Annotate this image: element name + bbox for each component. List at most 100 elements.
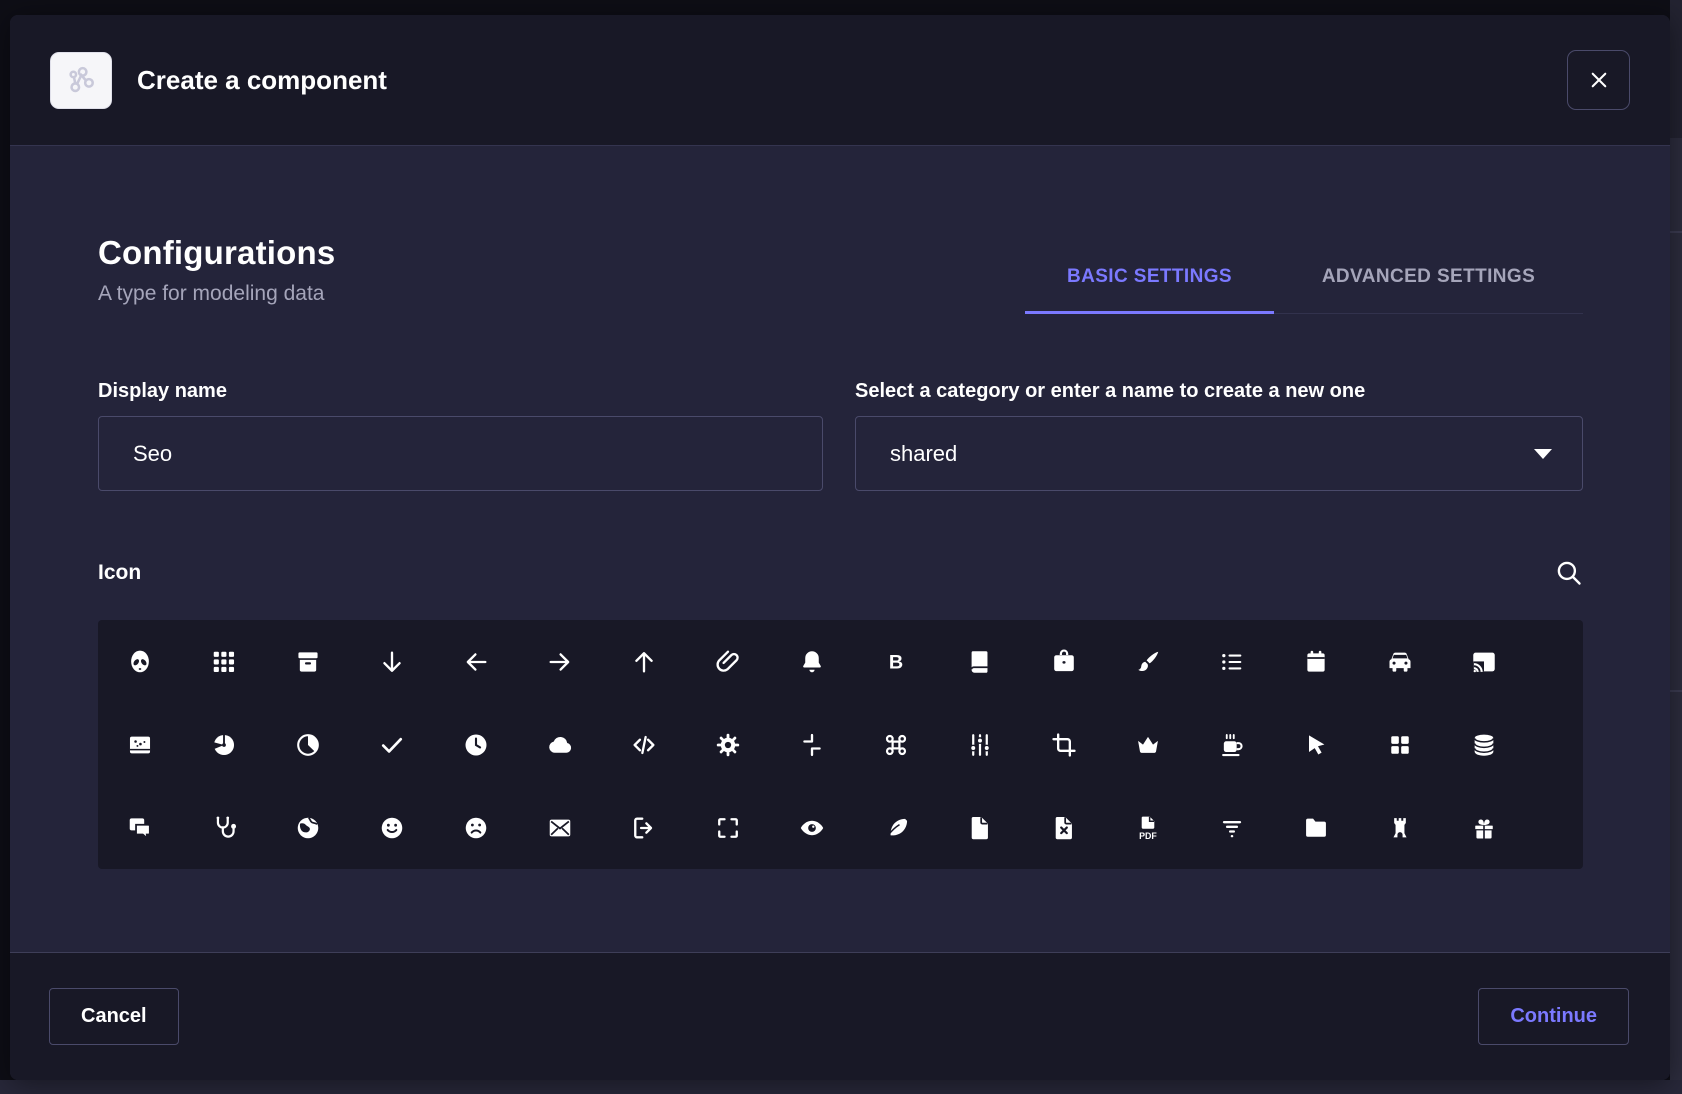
display-name-input[interactable] (98, 416, 823, 491)
calendar-icon (1302, 648, 1330, 676)
icon-option-file[interactable] (938, 786, 1022, 869)
icon-option-bullet-list[interactable] (1190, 620, 1274, 703)
cog-icon (714, 731, 742, 759)
display-name-label: Display name (98, 380, 823, 403)
file-error-icon (1050, 814, 1078, 842)
icon-option-picture[interactable] (98, 703, 182, 786)
bell-icon (798, 648, 826, 676)
alien-icon (126, 648, 154, 676)
icon-option-connector[interactable] (938, 703, 1022, 786)
icon-option-cog[interactable] (686, 703, 770, 786)
icon-option-bold[interactable]: B (854, 620, 938, 703)
icon-option-file-pdf[interactable]: PDF (1106, 786, 1190, 869)
arrow-right-icon (546, 648, 574, 676)
icon-option-car[interactable] (1358, 620, 1442, 703)
icon-option-dashboard[interactable] (1358, 703, 1442, 786)
icon-option-doctor[interactable] (182, 786, 266, 869)
icon-option-emotion-happy[interactable] (350, 786, 434, 869)
tab-basic-settings[interactable]: BASIC SETTINGS (1025, 241, 1274, 313)
icon-option-exit[interactable] (602, 786, 686, 869)
chart-circle-icon (210, 731, 238, 759)
icon-option-database[interactable] (1442, 703, 1526, 786)
icon-option-code[interactable] (602, 703, 686, 786)
search-icon (1554, 558, 1584, 588)
icon-option-file-error[interactable] (1022, 786, 1106, 869)
icon-option-discuss[interactable] (98, 786, 182, 869)
icon-option-arrow-down[interactable] (350, 620, 434, 703)
icon-option-apps[interactable] (182, 620, 266, 703)
command-icon (882, 731, 910, 759)
icon-option-cursor[interactable] (1274, 703, 1358, 786)
category-select[interactable]: shared (855, 416, 1583, 491)
cursor-icon (1302, 731, 1330, 759)
dashboard-icon (1386, 731, 1414, 759)
briefcase-icon (1050, 648, 1078, 676)
icon-option-cast[interactable] (1442, 620, 1526, 703)
icon-section-label: Icon (98, 561, 141, 585)
icon-option-expand[interactable] (686, 786, 770, 869)
category-selected-value: shared (890, 441, 957, 467)
icon-option-briefcase[interactable] (1022, 620, 1106, 703)
icon-option-calendar[interactable] (1274, 620, 1358, 703)
chart-pie-icon (294, 731, 322, 759)
section-titles: Configurations A type for modeling data (98, 234, 335, 314)
arrow-left-icon (462, 648, 490, 676)
icon-option-book[interactable] (938, 620, 1022, 703)
icon-option-arrow-left[interactable] (434, 620, 518, 703)
icon-option-eye[interactable] (770, 786, 854, 869)
close-icon (1586, 67, 1612, 93)
icon-option-gift[interactable] (1442, 786, 1526, 869)
connector-icon (966, 731, 994, 759)
icon-option-emotion-unhappy[interactable] (434, 786, 518, 869)
close-button[interactable] (1567, 50, 1630, 110)
crop-icon (1050, 731, 1078, 759)
tab-advanced-settings[interactable]: ADVANCED SETTINGS (1274, 241, 1583, 313)
icon-option-chart-circle[interactable] (182, 703, 266, 786)
icon-option-attachment[interactable] (686, 620, 770, 703)
icon-option-clock[interactable] (434, 703, 518, 786)
crown-icon (1134, 731, 1162, 759)
bullet-list-icon (1218, 648, 1246, 676)
create-component-modal: Create a component Configurations A type… (10, 15, 1670, 1080)
background-page-divider (1670, 690, 1682, 692)
arrow-up-icon (630, 648, 658, 676)
book-icon (966, 648, 994, 676)
exit-icon (630, 814, 658, 842)
folder-icon (1302, 814, 1330, 842)
car-icon (1386, 648, 1414, 676)
background-page-strip (1670, 0, 1682, 1094)
icon-option-collapse[interactable] (770, 703, 854, 786)
app-backdrop: Create a component Configurations A type… (0, 0, 1682, 1094)
component-glyph-icon (63, 62, 99, 98)
icon-option-feather[interactable] (854, 786, 938, 869)
arrow-down-icon (378, 648, 406, 676)
icon-option-alien[interactable] (98, 620, 182, 703)
cancel-button[interactable]: Cancel (49, 988, 179, 1045)
feather-icon (882, 814, 910, 842)
icon-option-brush[interactable] (1106, 620, 1190, 703)
icon-option-check[interactable] (350, 703, 434, 786)
icon-option-earth[interactable] (266, 786, 350, 869)
collapse-icon (798, 731, 826, 759)
icon-option-crown[interactable] (1106, 703, 1190, 786)
icon-option-cloud[interactable] (518, 703, 602, 786)
icon-option-folder[interactable] (1274, 786, 1358, 869)
earth-icon (294, 814, 322, 842)
icon-option-envelop[interactable] (518, 786, 602, 869)
icon-option-filter[interactable] (1190, 786, 1274, 869)
search-icon-button[interactable] (1549, 553, 1589, 593)
clock-icon (462, 731, 490, 759)
category-field: Select a category or enter a name to cre… (855, 380, 1583, 491)
icon-option-gate[interactable] (1358, 786, 1442, 869)
icon-option-chart-pie[interactable] (266, 703, 350, 786)
icon-option-arrow-up[interactable] (602, 620, 686, 703)
component-icon (50, 52, 112, 109)
icon-option-command[interactable] (854, 703, 938, 786)
eye-icon (798, 814, 826, 842)
icon-option-crop[interactable] (1022, 703, 1106, 786)
continue-button[interactable]: Continue (1478, 988, 1629, 1045)
icon-option-archive[interactable] (266, 620, 350, 703)
icon-option-cup[interactable] (1190, 703, 1274, 786)
icon-option-arrow-right[interactable] (518, 620, 602, 703)
icon-option-bell[interactable] (770, 620, 854, 703)
